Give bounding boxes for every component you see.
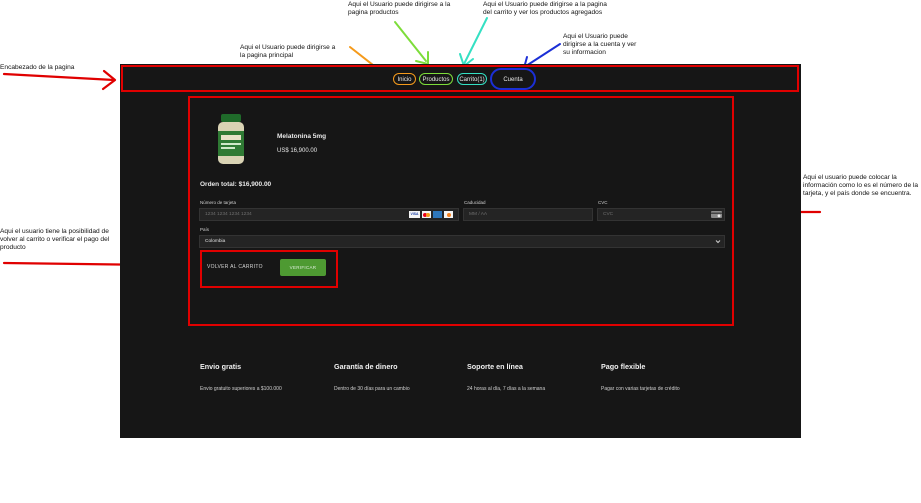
product-name: Melatonina 5mg bbox=[277, 133, 327, 140]
feature-text-shipping: Envio gratuito superiores a $100.000 bbox=[200, 386, 282, 392]
feature-title-guarantee: Garantía de dinero bbox=[334, 362, 398, 371]
order-total: Orden total: $16,900.00 bbox=[200, 181, 272, 188]
mastercard-icon bbox=[422, 211, 431, 218]
product-bottle-image bbox=[218, 114, 244, 164]
expiry-placeholder: MM / AA bbox=[469, 212, 488, 217]
feature-title-shipping: Envio gratis bbox=[200, 362, 242, 371]
feature-title-support: Soporte en línea bbox=[467, 362, 523, 371]
feature-text-support: 24 horas al día, 7 días a la semana bbox=[467, 386, 546, 392]
cvc-card-icon bbox=[711, 211, 722, 218]
nav-cuenta[interactable]: Cuenta bbox=[490, 68, 536, 90]
nav-carrito[interactable]: Carrito(1) bbox=[457, 73, 487, 85]
nav-productos[interactable]: Productos bbox=[419, 73, 453, 85]
expiry-label: Caducidad bbox=[464, 200, 486, 205]
arrow-header bbox=[2, 72, 116, 82]
feature-title-payment: Pago flexible bbox=[601, 362, 646, 371]
arrow-products bbox=[394, 21, 427, 62]
nav-inicio[interactable]: Inicio bbox=[393, 73, 416, 85]
card-number-label: Número de tarjeta bbox=[200, 200, 237, 205]
discover-icon bbox=[444, 211, 453, 218]
card-number-placeholder: 1234 1234 1234 1234 bbox=[205, 212, 252, 217]
country-value: Colombia bbox=[205, 239, 226, 244]
country-label: País bbox=[200, 227, 210, 232]
back-to-cart-button[interactable]: VOLVER AL CARRITO bbox=[207, 264, 263, 270]
cvc-placeholder: CVC bbox=[603, 212, 614, 217]
feature-text-guarantee: Dentro de 30 días para un cambio bbox=[334, 386, 410, 392]
cvc-label: CVC bbox=[598, 200, 608, 205]
verify-label: VERIFICAR bbox=[289, 265, 317, 270]
arrow-cart bbox=[463, 17, 488, 65]
feature-text-payment: Pagar con varias tarjetas de crédito bbox=[601, 386, 680, 392]
verify-payment-button[interactable]: VERIFICAR bbox=[280, 259, 326, 276]
cvc-input[interactable]: CVC bbox=[597, 208, 725, 221]
product-price: US$ 16,900.00 bbox=[277, 148, 318, 154]
card-number-input[interactable]: 1234 1234 1234 1234 bbox=[199, 208, 459, 221]
amex-icon bbox=[433, 211, 442, 218]
chevron-down-icon bbox=[715, 240, 721, 244]
expiry-input[interactable]: MM / AA bbox=[463, 208, 593, 221]
visa-icon: VISA bbox=[409, 211, 420, 218]
country-select[interactable]: Colombia bbox=[199, 235, 725, 248]
arrow-account bbox=[525, 43, 561, 67]
